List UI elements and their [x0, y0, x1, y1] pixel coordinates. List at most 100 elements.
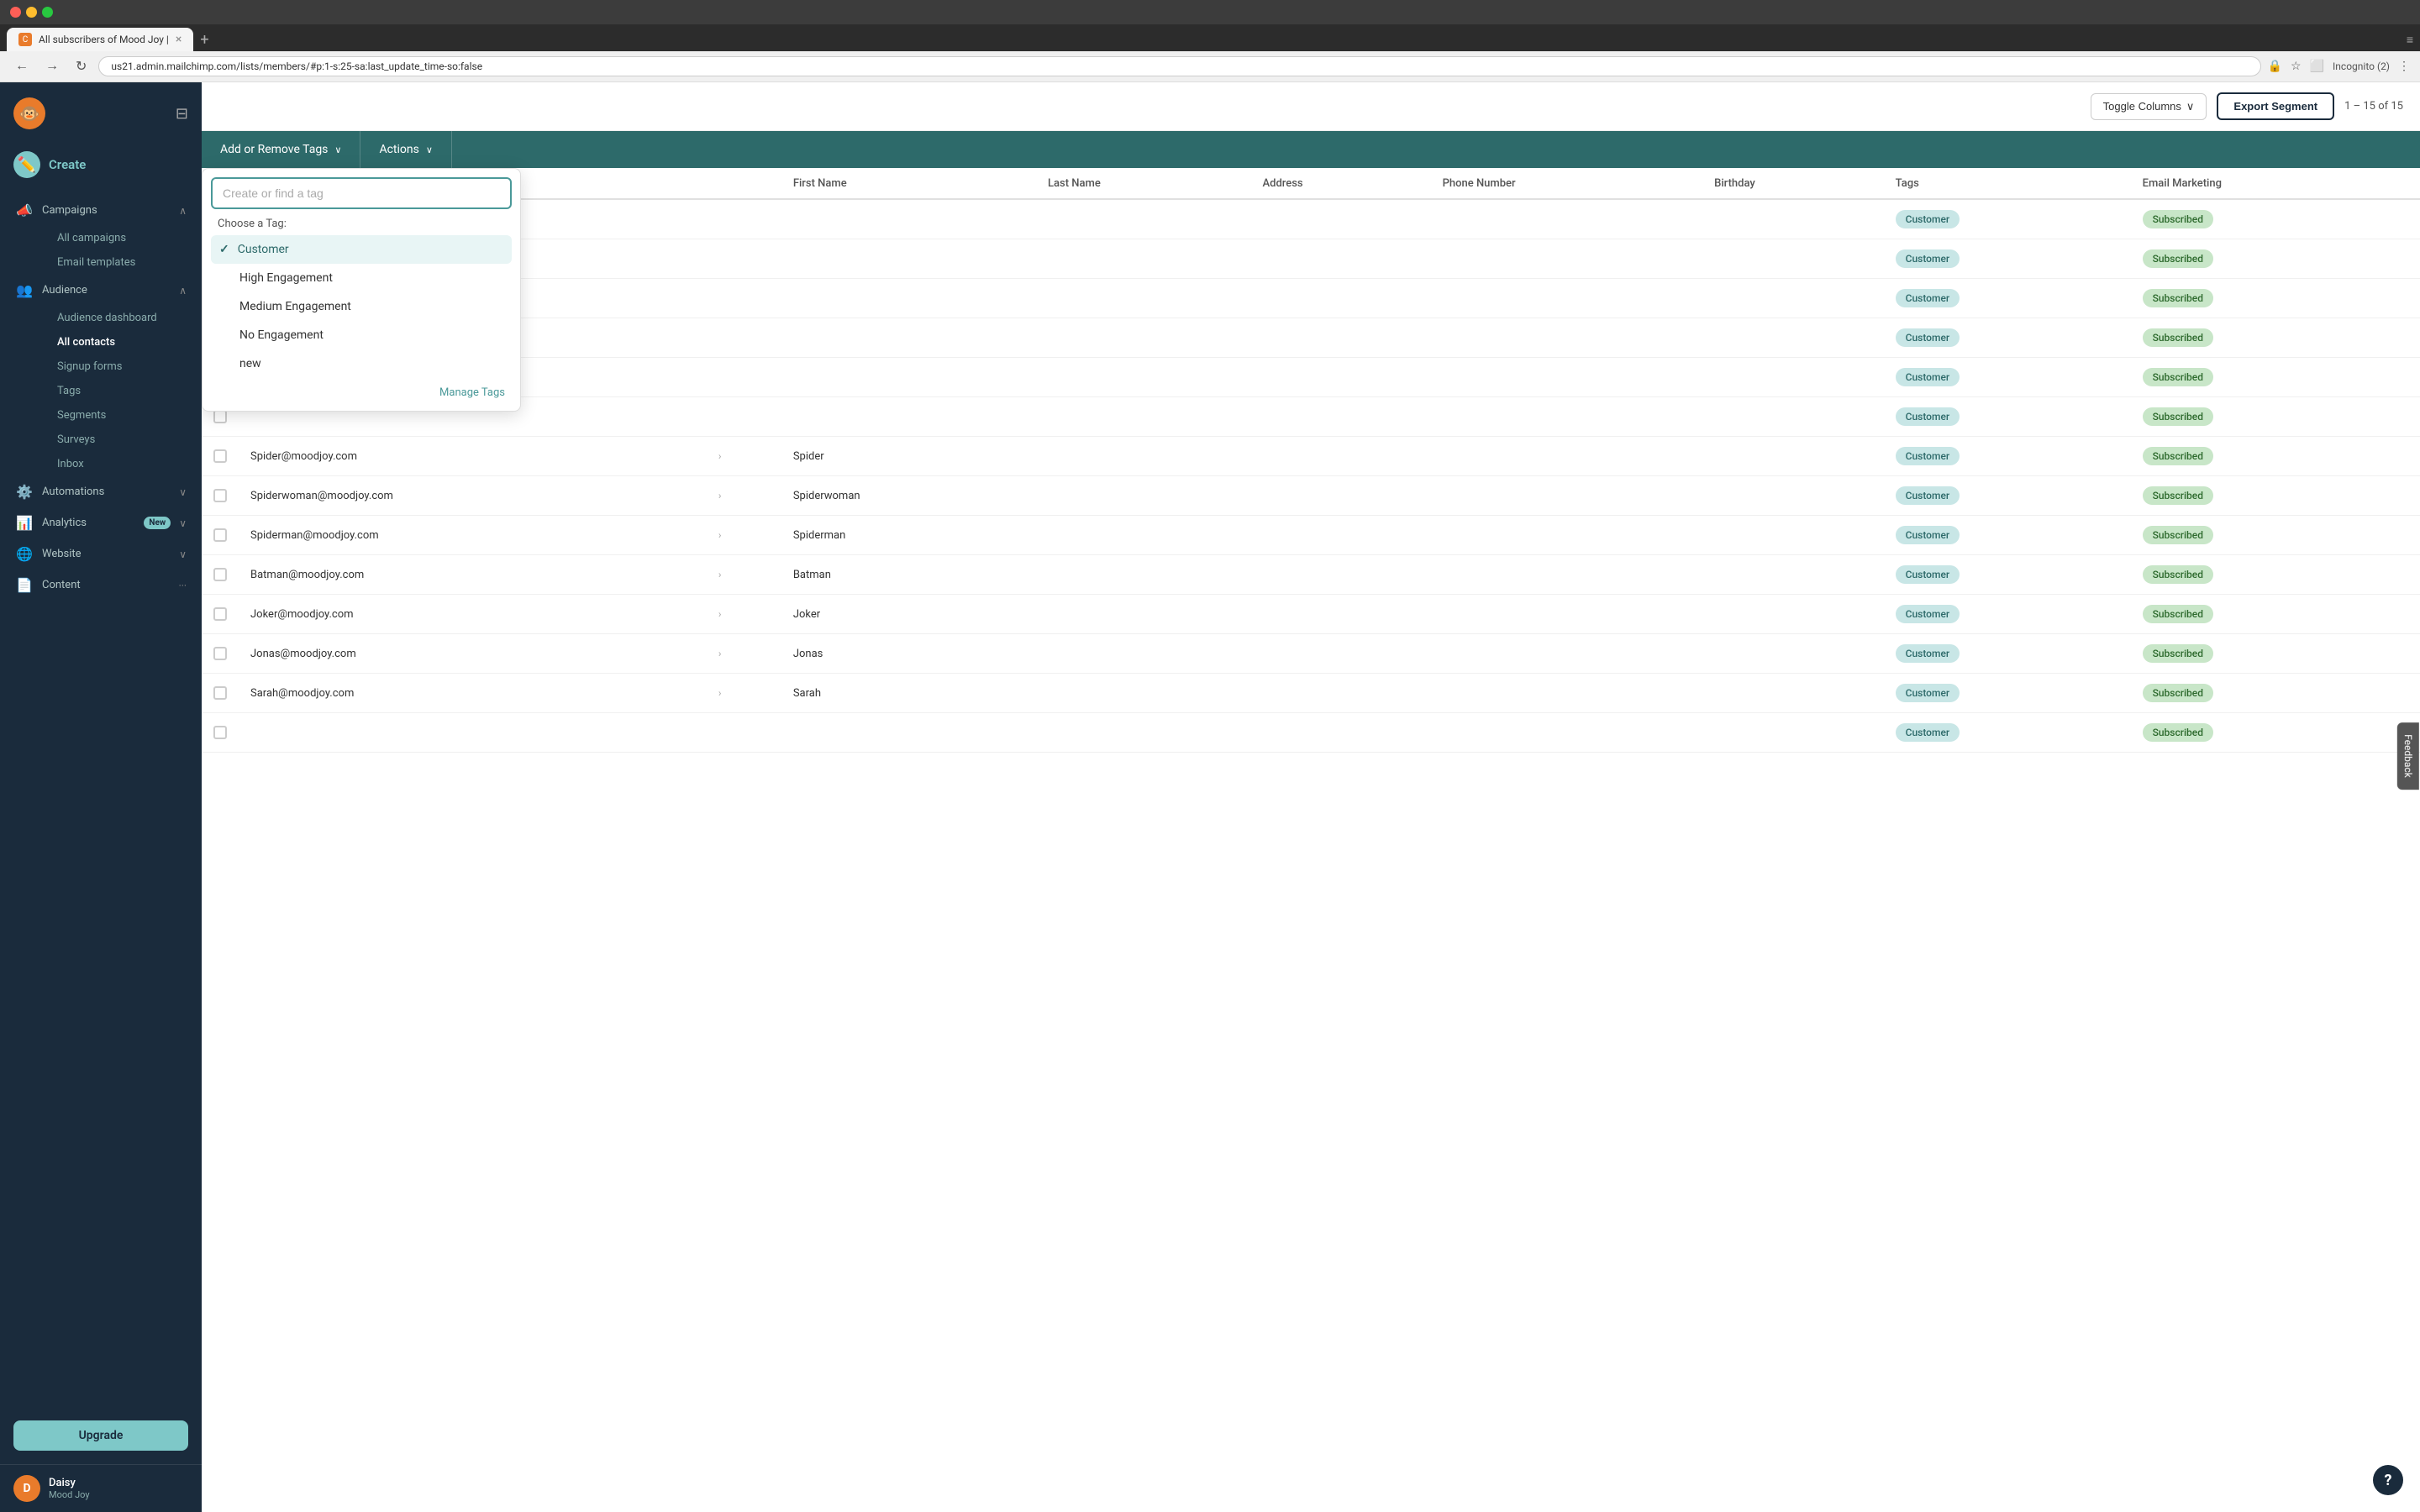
row-expand-icon[interactable]: › — [718, 569, 722, 580]
tag-label: Medium Engagement — [239, 300, 351, 313]
row-tag-badge: Customer — [1896, 526, 1960, 544]
row-expand-icon[interactable]: › — [718, 490, 722, 501]
user-org: Mood Joy — [49, 1489, 90, 1500]
sidebar-item-audience-dashboard[interactable]: Audience dashboard — [42, 306, 202, 330]
row-phone — [1431, 279, 1703, 318]
main-content: Toggle Columns ∨ Export Segment 1 – 15 o… — [202, 82, 2420, 1512]
split-view-icon[interactable]: ⬜ — [2310, 60, 2324, 73]
actions-button[interactable]: Actions ∨ — [360, 131, 451, 168]
analytics-label: Analytics — [42, 517, 130, 529]
extension-icon[interactable]: 🔒 — [2268, 60, 2282, 73]
row-tag-badge: Customer — [1896, 368, 1960, 386]
tag-search-input[interactable] — [211, 177, 512, 209]
reload-button[interactable]: ↻ — [71, 56, 92, 76]
export-segment-button[interactable]: Export Segment — [2217, 92, 2334, 120]
row-checkbox[interactable] — [213, 568, 227, 581]
sidebar-item-analytics[interactable]: 📊 Analytics New ∨ — [0, 507, 202, 538]
row-checkbox[interactable] — [213, 489, 227, 502]
sidebar-item-all-contacts[interactable]: All contacts — [42, 330, 202, 354]
row-firstname — [781, 397, 1036, 437]
create-button[interactable]: ✏️ Create — [13, 151, 188, 178]
browser-menu-icon[interactable]: ≡ — [2407, 33, 2413, 47]
row-email: Spiderman@moodjoy.com — [239, 516, 707, 555]
row-subscribed-badge: Subscribed — [2143, 684, 2213, 702]
sidebar-item-segments[interactable]: Segments — [42, 403, 202, 428]
forward-button[interactable]: → — [40, 57, 64, 76]
row-expand-icon[interactable]: › — [718, 687, 722, 699]
row-tags: Customer — [1884, 358, 2131, 397]
row-firstname — [781, 279, 1036, 318]
sidebar-item-automations[interactable]: ⚙️ Automations ∨ — [0, 476, 202, 507]
row-checkbox[interactable] — [213, 726, 227, 739]
tag-option-medium-engagement[interactable]: Medium Engagement — [211, 292, 512, 321]
col-email-marketing: Email Marketing — [2131, 168, 2420, 199]
tag-option-high-engagement[interactable]: High Engagement — [211, 264, 512, 292]
sidebar-item-content[interactable]: 📄 Content ··· — [0, 570, 202, 601]
row-checkbox[interactable] — [213, 449, 227, 463]
sidebar-item-email-templates[interactable]: Email templates — [42, 250, 202, 275]
row-subscribed-badge: Subscribed — [2143, 565, 2213, 584]
help-button[interactable]: ? — [2373, 1465, 2403, 1495]
sidebar-item-audience[interactable]: 👥 Audience ∧ — [0, 275, 202, 306]
close-dot[interactable] — [10, 7, 21, 18]
row-tags: Customer — [1884, 516, 2131, 555]
back-button[interactable]: ← — [10, 57, 34, 76]
row-checkbox[interactable] — [213, 647, 227, 660]
tag-option-new[interactable]: new — [211, 349, 512, 378]
row-firstname: Joker — [781, 595, 1036, 634]
row-phone — [1431, 674, 1703, 713]
row-email-marketing: Subscribed — [2131, 397, 2420, 437]
row-expand-icon[interactable]: › — [718, 450, 722, 462]
tag-option-customer[interactable]: ✓Customer — [211, 235, 512, 264]
row-arrow-cell: › — [707, 476, 781, 516]
add-remove-tags-dropdown-container: Add or Remove Tags ∨ Choose a Tag: ✓Cust… — [202, 131, 360, 168]
row-checkbox[interactable] — [213, 686, 227, 700]
table-row: Spiderwoman@moodjoy.com › Spiderwoman Cu… — [202, 476, 2420, 516]
minimize-dot[interactable] — [26, 7, 37, 18]
menu-icon[interactable]: ⋮ — [2398, 60, 2410, 73]
sidebar-item-tags[interactable]: Tags — [42, 379, 202, 403]
bookmark-icon[interactable]: ☆ — [2291, 60, 2302, 73]
tab-close-icon[interactable]: × — [176, 33, 182, 46]
row-subscribed-badge: Subscribed — [2143, 210, 2213, 228]
upgrade-button[interactable]: Upgrade — [13, 1420, 188, 1451]
sidebar-item-inbox[interactable]: Inbox — [42, 452, 202, 476]
new-tab-button[interactable]: + — [200, 31, 208, 49]
row-tags: Customer — [1884, 239, 2131, 279]
sidebar-item-campaigns[interactable]: 📣 Campaigns ∧ — [0, 195, 202, 226]
row-expand-icon[interactable]: › — [718, 648, 722, 659]
profile-icon[interactable]: Incognito (2) — [2333, 60, 2390, 72]
row-arrow-cell — [707, 713, 781, 753]
row-lastname — [1036, 516, 1251, 555]
row-checkbox[interactable] — [213, 528, 227, 542]
row-expand-icon[interactable]: › — [718, 529, 722, 541]
row-tags: Customer — [1884, 634, 2131, 674]
toggle-columns-button[interactable]: Toggle Columns ∨ — [2091, 93, 2207, 120]
row-checkbox[interactable] — [213, 410, 227, 423]
sidebar-item-surveys[interactable]: Surveys — [42, 428, 202, 452]
row-subscribed-badge: Subscribed — [2143, 526, 2213, 544]
row-subscribed-badge: Subscribed — [2143, 249, 2213, 268]
row-checkbox[interactable] — [213, 607, 227, 621]
sidebar-item-signup-forms[interactable]: Signup forms — [42, 354, 202, 379]
manage-tags-link[interactable]: Manage Tags — [211, 378, 512, 402]
maximize-dot[interactable] — [42, 7, 53, 18]
row-firstname: Sarah — [781, 674, 1036, 713]
campaigns-icon: 📣 — [15, 202, 34, 218]
row-subscribed-badge: Subscribed — [2143, 486, 2213, 505]
feedback-tab[interactable]: Feedback — [2397, 722, 2419, 790]
choose-tag-label: Choose a Tag: — [211, 209, 512, 235]
row-tag-badge: Customer — [1896, 407, 1960, 426]
sidebar-item-website[interactable]: 🌐 Website ∨ — [0, 538, 202, 570]
sidebar-user-area: D Daisy Mood Joy — [0, 1464, 202, 1512]
analytics-new-badge: New — [144, 517, 171, 529]
active-tab[interactable]: C All subscribers of Mood Joy | × — [7, 28, 193, 51]
tag-option-no-engagement[interactable]: No Engagement — [211, 321, 512, 349]
add-remove-tags-button[interactable]: Add or Remove Tags ∨ — [202, 131, 360, 168]
row-lastname — [1036, 437, 1251, 476]
contacts-table: Email Address First Name Last Name Addre… — [202, 168, 2420, 753]
sidebar-item-all-campaigns[interactable]: All campaigns — [42, 226, 202, 250]
row-expand-icon[interactable]: › — [718, 608, 722, 620]
sidebar-toggle-button[interactable]: ⊟ — [176, 105, 188, 123]
address-bar[interactable]: us21.admin.mailchimp.com/lists/members/#… — [98, 56, 2260, 76]
